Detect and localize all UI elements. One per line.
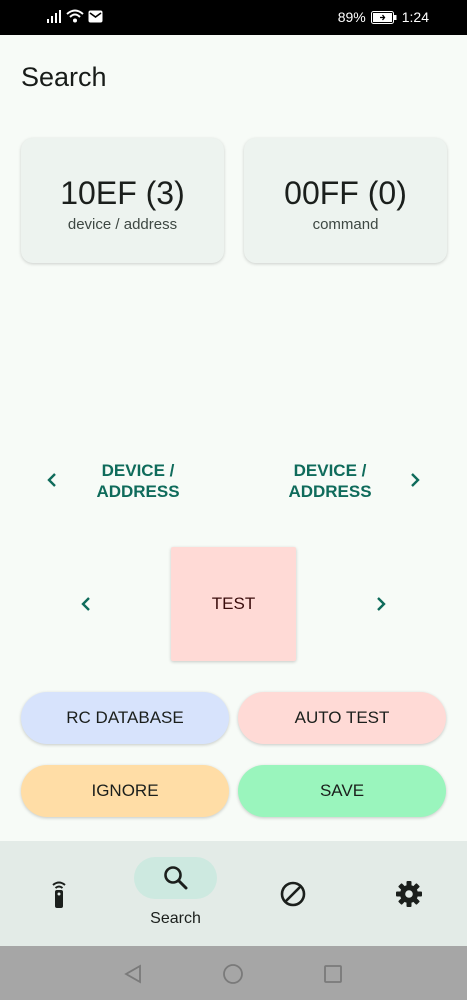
remote-icon <box>51 881 66 908</box>
nav-item-settings[interactable] <box>350 841 467 946</box>
signal-icon <box>47 9 61 23</box>
command-card: 00FF (0) command <box>244 138 447 263</box>
status-bar: 89% 1:24 <box>0 0 467 35</box>
search-icon <box>163 866 187 890</box>
nav-item-ignored[interactable] <box>234 841 351 946</box>
block-icon <box>280 881 305 907</box>
bottom-navigation: Search <box>0 841 467 946</box>
page-title: Search <box>21 62 107 92</box>
device-address-label: device / address <box>67 216 178 233</box>
device-address-card: 10EF (3) device / address <box>21 138 224 263</box>
recents-icon[interactable] <box>322 963 344 985</box>
rc-database-button[interactable]: RC DATABASE <box>21 692 229 744</box>
test-prev-chevron-icon[interactable] <box>76 594 96 614</box>
command-value: 00FF (0) <box>284 175 407 211</box>
test-button[interactable]: TEST <box>171 547 296 661</box>
battery-icon <box>370 10 397 24</box>
clock: 1:24 <box>401 9 429 25</box>
command-label: command <box>312 216 379 233</box>
system-navigation-bar <box>0 946 467 1000</box>
nav-item-remote[interactable] <box>0 841 117 946</box>
test-next-chevron-icon[interactable] <box>371 594 391 614</box>
device-prev-button[interactable]: DEVICE / ADDRESS <box>73 460 203 502</box>
gear-icon <box>395 881 422 907</box>
device-prev-chevron-icon[interactable] <box>42 470 62 490</box>
device-next-button[interactable]: DEVICE / ADDRESS <box>265 460 395 502</box>
auto-test-button[interactable]: AUTO TEST <box>238 692 446 744</box>
device-address-value: 10EF (3) <box>60 175 185 211</box>
back-icon[interactable] <box>122 963 144 985</box>
device-next-chevron-icon[interactable] <box>405 470 425 490</box>
wifi-icon <box>66 9 84 23</box>
save-button[interactable]: SAVE <box>238 765 446 817</box>
battery-percent: 89% <box>337 9 366 25</box>
nav-item-search[interactable]: Search <box>117 841 234 946</box>
ignore-button[interactable]: IGNORE <box>21 765 229 817</box>
nav-label-search: Search <box>150 910 201 927</box>
mail-icon <box>88 10 103 22</box>
home-icon[interactable] <box>222 963 244 985</box>
